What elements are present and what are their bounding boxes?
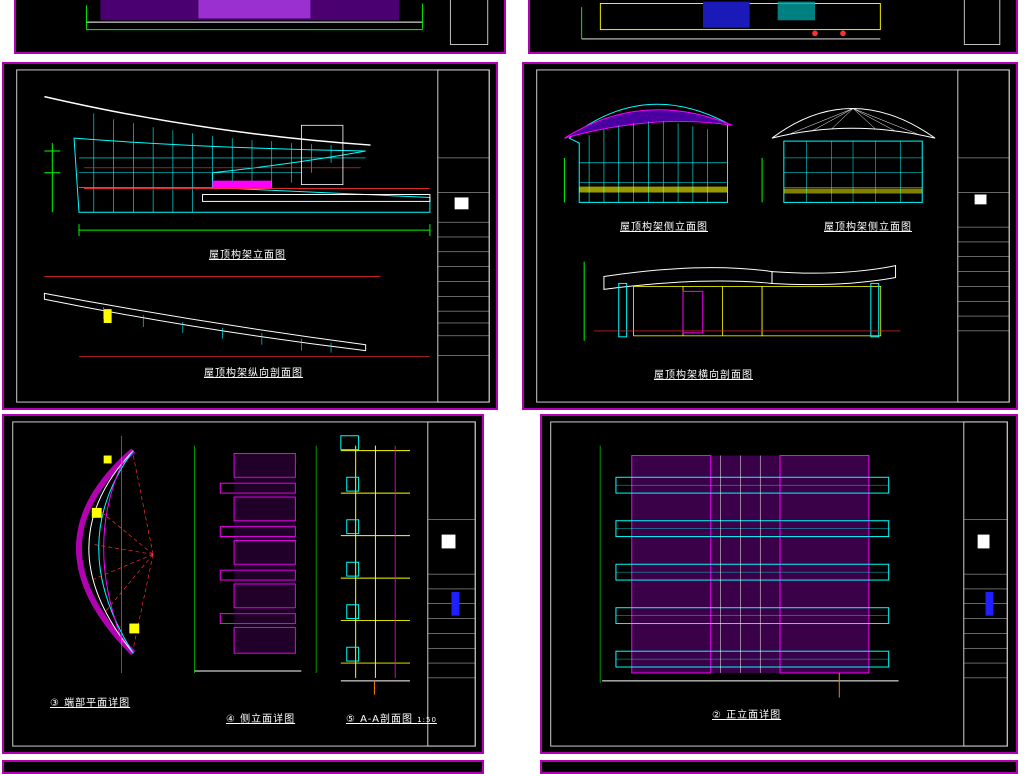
sheet-front-elevation-detail[interactable]: ② 正立面详图 bbox=[540, 414, 1018, 754]
sheet-roof-frame-side-elevations[interactable]: 屋顶构架侧立面图 屋顶构架侧立面图 屋顶构架横向剖面图 bbox=[522, 62, 1018, 410]
sheet-roof-frame-elevation[interactable]: 屋顶构架立面图 屋顶构架纵向剖面图 bbox=[2, 62, 498, 410]
drawing-top-left bbox=[85, 0, 489, 45]
title-text: 正立面详图 bbox=[726, 710, 782, 721]
title-roof-frame-longitudinal-section: 屋顶构架纵向剖面图 bbox=[204, 368, 303, 379]
title-roof-frame-elevation: 屋顶构架立面图 bbox=[209, 250, 286, 261]
title-side-elevation-detail: ④ 侧立面详图 bbox=[226, 710, 295, 725]
sheet-bottom-left-partial[interactable] bbox=[2, 760, 484, 774]
sheet-top-right-partial[interactable] bbox=[528, 0, 1018, 54]
detail-number: ③ bbox=[50, 698, 60, 709]
title-roof-frame-side-elevation: 屋顶构架侧立面图 bbox=[620, 222, 708, 233]
drawing-top-right bbox=[581, 0, 1001, 45]
title-aa-section-detail: ⑤ A-A剖面图 1:50 bbox=[346, 710, 437, 725]
title-text: A-A剖面图 bbox=[360, 714, 414, 725]
scale-note: 1:50 bbox=[417, 716, 437, 724]
drawing-roof-side bbox=[536, 69, 1010, 403]
sheet-end-plan-details[interactable]: ③ 端部平面详图 ④ 侧立面详图 ⑤ A-A剖面图 1:50 bbox=[2, 414, 484, 754]
title-text: 侧立面详图 bbox=[240, 714, 296, 725]
title-text: 端部平面详图 bbox=[64, 698, 131, 709]
sheet-top-left-partial[interactable] bbox=[14, 0, 506, 54]
title-roof-frame-back-elevation: 屋顶构架侧立面图 bbox=[824, 222, 912, 233]
detail-number: ⑤ bbox=[346, 714, 356, 725]
title-roof-frame-cross-section: 屋顶构架横向剖面图 bbox=[654, 370, 753, 381]
detail-number: ② bbox=[712, 710, 722, 721]
title-front-elevation-detail: ② 正立面详图 bbox=[712, 706, 781, 721]
drawing-roof-elevation bbox=[16, 69, 490, 403]
title-end-plan-detail: ③ 端部平面详图 bbox=[50, 694, 130, 709]
detail-number: ④ bbox=[226, 714, 236, 725]
sheet-bottom-right-partial[interactable] bbox=[540, 760, 1018, 774]
drawing-front-elevation bbox=[550, 421, 1008, 747]
